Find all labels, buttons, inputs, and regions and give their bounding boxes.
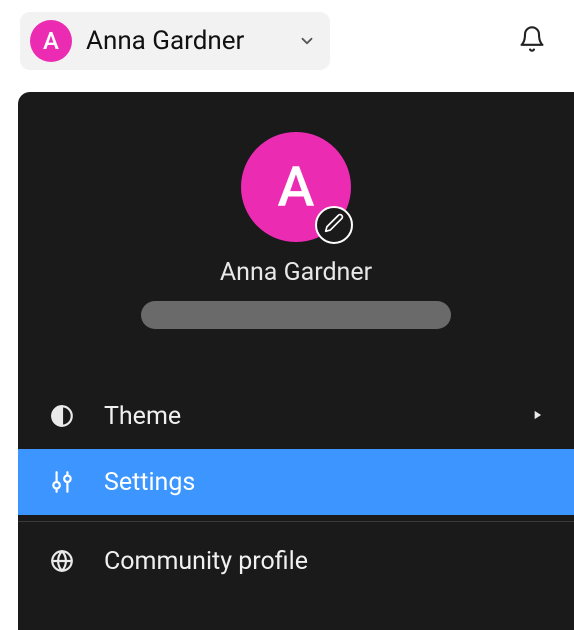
avatar-small-initial: A	[43, 27, 59, 55]
avatar-large-initial: A	[277, 154, 314, 220]
submenu-arrow-icon	[530, 407, 544, 426]
edit-avatar-button[interactable]	[315, 206, 353, 244]
user-chip-name: Anna Gardner	[86, 26, 244, 56]
user-dropdown-panel: A Anna Gardner Theme	[18, 92, 574, 630]
contrast-icon	[48, 402, 76, 430]
notifications-button[interactable]	[510, 19, 554, 63]
dropdown-menu: Theme Settings	[18, 383, 574, 594]
user-chip[interactable]: A Anna Gardner	[20, 12, 330, 70]
pencil-icon	[324, 213, 344, 237]
avatar-large-wrap: A	[241, 132, 351, 242]
menu-item-label: Community profile	[104, 547, 544, 576]
profile-handle-placeholder[interactable]	[141, 301, 451, 329]
menu-item-label: Settings	[104, 468, 544, 497]
chevron-down-icon	[298, 32, 316, 50]
menu-item-theme[interactable]: Theme	[18, 383, 574, 449]
menu-item-community-profile[interactable]: Community profile	[18, 528, 574, 594]
menu-item-label: Theme	[104, 402, 502, 431]
menu-item-settings[interactable]: Settings	[18, 449, 574, 515]
top-bar: A Anna Gardner	[0, 0, 574, 70]
menu-divider	[18, 521, 574, 522]
profile-section: A Anna Gardner	[18, 92, 574, 353]
profile-display-name: Anna Gardner	[220, 258, 372, 287]
avatar-small: A	[30, 20, 72, 62]
globe-icon	[48, 547, 76, 575]
sliders-icon	[48, 468, 76, 496]
bell-icon	[518, 25, 546, 57]
